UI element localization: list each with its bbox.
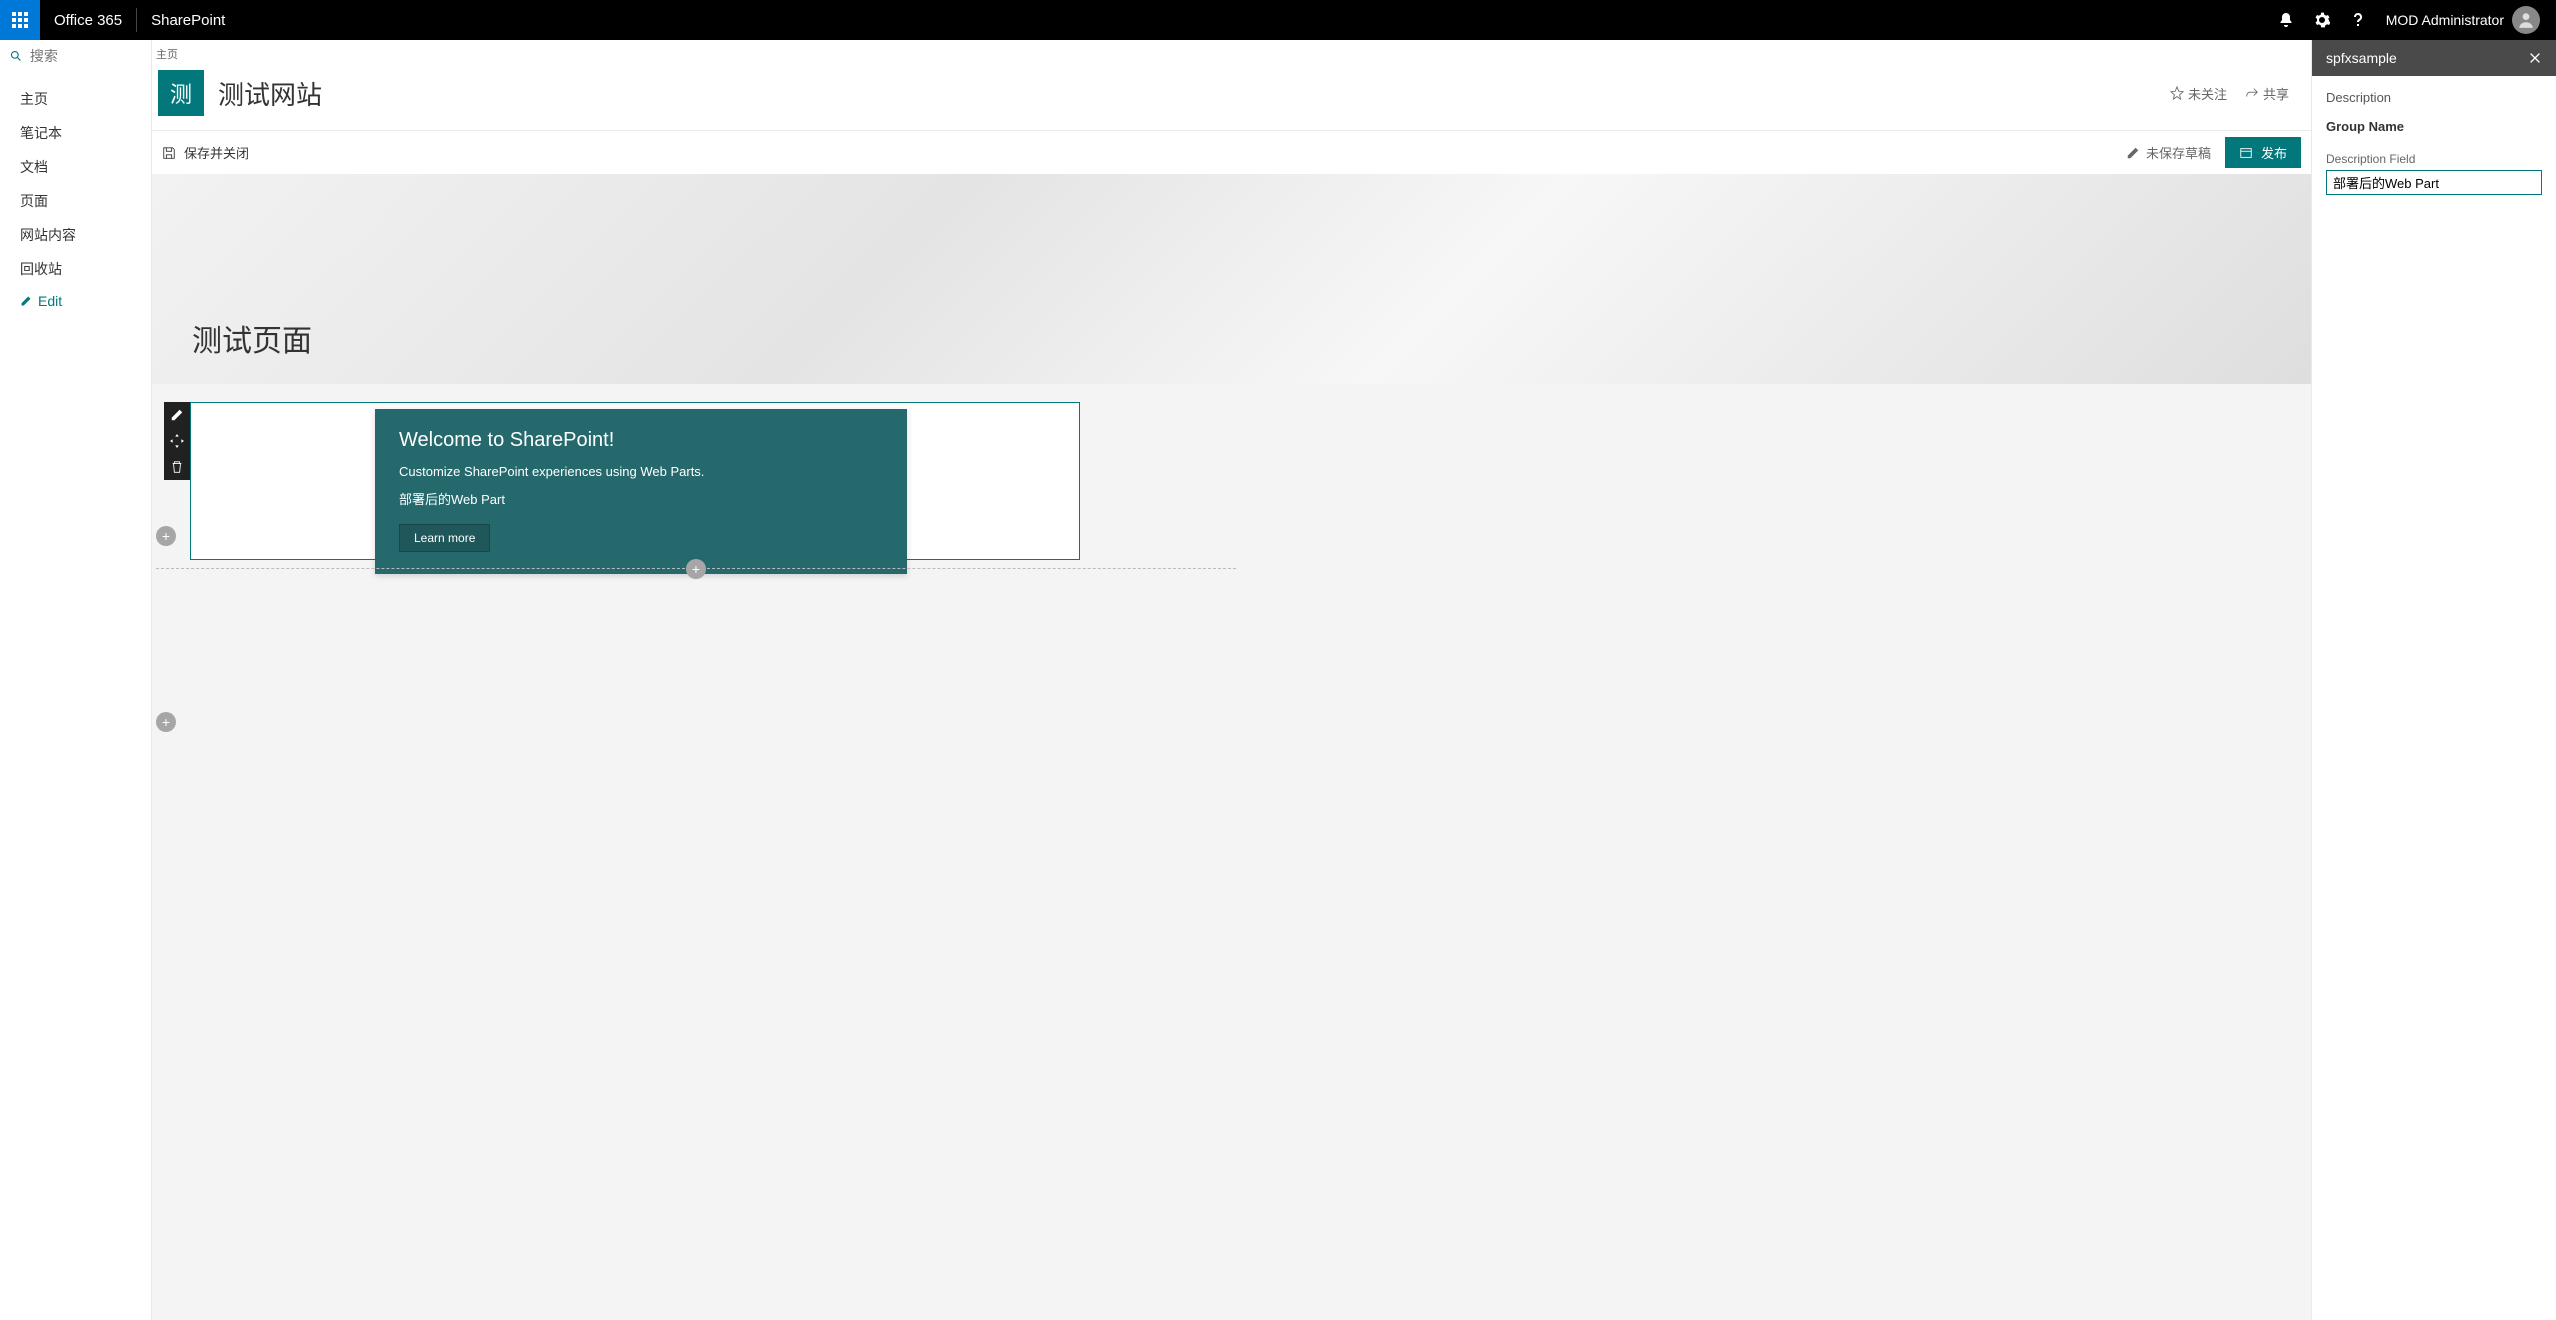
office-label[interactable]: Office 365	[40, 0, 136, 40]
webpart-zone: Welcome to SharePoint! Customize SharePo…	[190, 402, 1250, 560]
follow-label: 未关注	[2188, 84, 2227, 103]
learn-more-button[interactable]: Learn more	[399, 524, 490, 552]
share-icon	[2245, 86, 2259, 100]
save-icon	[162, 146, 176, 160]
page-title: 测试页面	[192, 316, 312, 360]
settings-button[interactable]	[2306, 0, 2338, 40]
nav-recycle-bin[interactable]: 回收站	[0, 252, 151, 286]
nav-notebook[interactable]: 笔记本	[0, 116, 151, 150]
waffle-icon	[12, 12, 28, 28]
site-title: 测试网站	[218, 75, 322, 112]
user-name: MOD Administrator	[2386, 12, 2504, 28]
share-button[interactable]: 共享	[2245, 84, 2289, 103]
webpart-move-button[interactable]	[164, 428, 190, 454]
webpart-subtitle: Customize SharePoint experiences using W…	[399, 464, 883, 479]
left-nav: 主页 笔记本 文档 页面 网站内容 回收站 Edit	[0, 40, 152, 1320]
pencil-icon	[170, 408, 184, 422]
site-logo: 测	[158, 70, 204, 116]
publish-icon	[2239, 146, 2253, 160]
add-section-button-bottom[interactable]: +	[156, 712, 176, 732]
topbar-right: MOD Administrator	[2270, 0, 2556, 40]
follow-button[interactable]: 未关注	[2170, 84, 2227, 103]
star-icon	[2170, 86, 2184, 100]
pane-header: spfxsample	[2312, 40, 2556, 76]
bell-icon	[2278, 12, 2294, 28]
command-bar: 保存并关闭 未保存草稿 发布	[152, 130, 2311, 174]
search-box[interactable]	[0, 40, 151, 72]
pane-close-button[interactable]	[2528, 51, 2542, 65]
description-field-input[interactable]	[2326, 170, 2542, 195]
webpart-toolbar	[164, 402, 190, 480]
draft-label: 未保存草稿	[2146, 143, 2211, 162]
avatar	[2512, 6, 2540, 34]
close-icon	[2528, 51, 2542, 65]
webpart-heading: Welcome to SharePoint!	[399, 429, 883, 452]
webpart-edit-button[interactable]	[164, 402, 190, 428]
gear-icon	[2314, 12, 2330, 28]
publish-label: 发布	[2261, 143, 2287, 162]
breadcrumb[interactable]: 主页	[156, 40, 2311, 64]
app-launcher-button[interactable]	[0, 0, 40, 40]
site-header: 测 测试网站 未关注 共享	[154, 64, 2311, 130]
section-divider: +	[156, 568, 1236, 569]
sharepoint-label[interactable]: SharePoint	[137, 0, 239, 40]
add-webpart-button[interactable]: +	[686, 559, 706, 579]
property-pane: spfxsample Description Group Name Descri…	[2311, 40, 2556, 1320]
trash-icon	[170, 460, 184, 474]
nav-documents[interactable]: 文档	[0, 150, 151, 184]
pane-field-label: Description Field	[2326, 152, 2542, 166]
save-close-button[interactable]: 保存并关闭	[162, 143, 249, 162]
nav-pages[interactable]: 页面	[0, 184, 151, 218]
save-close-label: 保存并关闭	[184, 143, 249, 162]
search-input[interactable]	[30, 48, 141, 64]
pane-description-label: Description	[2326, 90, 2542, 105]
page-canvas: 测试页面 +	[152, 174, 2311, 569]
pane-title: spfxsample	[2326, 50, 2397, 66]
webpart-description: 部署后的Web Part	[399, 489, 883, 508]
webpart-delete-button[interactable]	[164, 454, 190, 480]
main-content: 主页 测 测试网站 未关注 共享	[152, 40, 2311, 1320]
notifications-button[interactable]	[2270, 0, 2302, 40]
share-label: 共享	[2263, 84, 2289, 103]
nav-edit[interactable]: Edit	[0, 286, 151, 316]
global-topbar: Office 365 SharePoint MOD Administrator	[0, 0, 2556, 40]
nav-edit-label: Edit	[38, 293, 62, 309]
pencil-icon	[2126, 146, 2140, 160]
site-actions: 未关注 共享	[2170, 84, 2311, 103]
topbar-left: Office 365 SharePoint	[0, 0, 239, 40]
help-button[interactable]	[2342, 0, 2374, 40]
webpart-selected-frame[interactable]: Welcome to SharePoint! Customize SharePo…	[190, 402, 1080, 560]
user-menu[interactable]: MOD Administrator	[2378, 6, 2548, 34]
nav-home[interactable]: 主页	[0, 82, 151, 116]
pane-group-label: Group Name	[2326, 119, 2542, 134]
webpart-card: Welcome to SharePoint! Customize SharePo…	[375, 409, 907, 574]
nav-site-contents[interactable]: 网站内容	[0, 218, 151, 252]
pane-body: Description Group Name Description Field	[2312, 76, 2556, 209]
search-icon	[10, 49, 22, 63]
draft-status: 未保存草稿	[2126, 143, 2211, 162]
hero-banner[interactable]: 测试页面	[152, 174, 2311, 384]
question-icon	[2350, 12, 2366, 28]
publish-button[interactable]: 发布	[2225, 137, 2301, 168]
pencil-icon	[20, 295, 32, 307]
move-icon	[170, 434, 184, 448]
add-section-button-top[interactable]: +	[156, 526, 176, 546]
person-icon	[2517, 11, 2535, 29]
